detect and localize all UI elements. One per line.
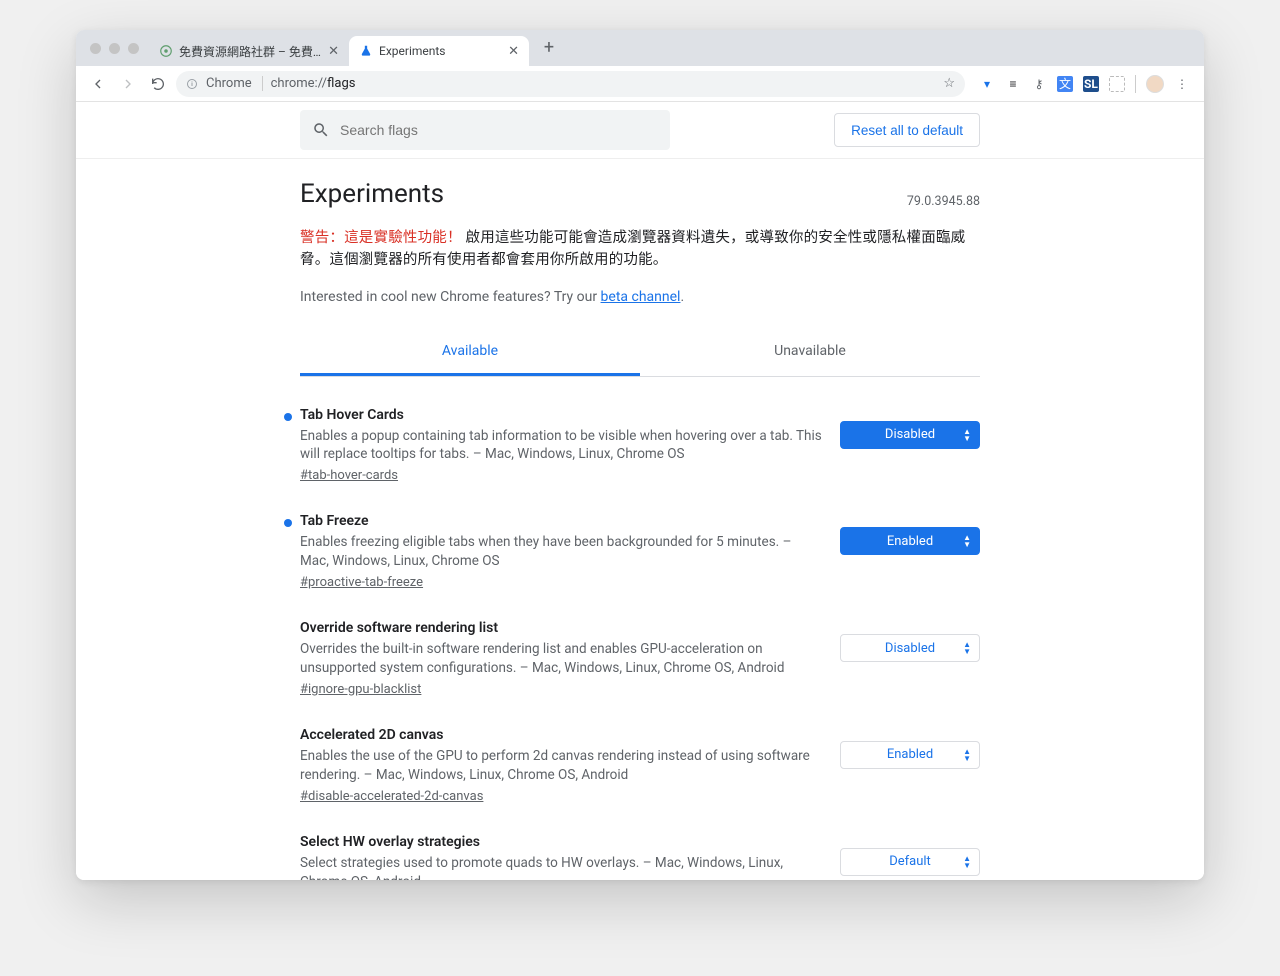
select-arrows-icon: ▲▼: [963, 641, 971, 655]
ext-icon[interactable]: ≡: [1005, 76, 1021, 92]
flag-control: Enabled ▲▼: [840, 727, 980, 769]
url-text: chrome://flags: [271, 76, 356, 91]
flag-select-value: Disabled: [885, 427, 935, 442]
beta-channel-link[interactable]: beta channel: [601, 289, 681, 305]
flag-control: Disabled ▲▼: [840, 407, 980, 449]
close-icon[interactable]: ✕: [328, 45, 339, 58]
flag-title: Tab Freeze: [300, 513, 822, 529]
warning-text: 警告：這是實驗性功能！ 啟用這些功能可能會造成瀏覽器資料遺失，或導致你的安全性或…: [300, 227, 980, 271]
search-input[interactable]: [340, 122, 658, 138]
version-text: 79.0.3945.88: [907, 194, 980, 209]
flag-description: Enables the use of the GPU to perform 2d…: [300, 747, 822, 785]
ext-icon[interactable]: 文: [1057, 76, 1073, 92]
avatar[interactable]: [1146, 75, 1164, 93]
close-icon[interactable]: ✕: [508, 45, 519, 58]
traffic-min-icon[interactable]: [109, 43, 120, 54]
ext-icon[interactable]: ▾: [979, 76, 995, 92]
flag-select[interactable]: Disabled ▲▼: [840, 421, 980, 449]
flag-row: Accelerated 2D canvas Enables the use of …: [300, 727, 980, 804]
flag-title: Override software rendering list: [300, 620, 822, 636]
flags-list: Tab Hover Cards Enables a popup containin…: [300, 407, 980, 881]
browser-tab-1[interactable]: Experiments ✕: [349, 36, 529, 66]
flag-body: Tab Freeze Enables freezing eligible tabs…: [300, 513, 822, 590]
divider: [1135, 75, 1136, 93]
ext-icon[interactable]: ⚷: [1031, 76, 1047, 92]
toolbar: Chrome chrome://flags ☆ ▾ ≡ ⚷ 文 SL ⋮: [76, 66, 1204, 102]
flag-row: Override software rendering list Override…: [300, 620, 980, 697]
modified-dot-icon: [284, 413, 292, 421]
flag-select-value: Default: [889, 854, 931, 869]
flag-row: Tab Freeze Enables freezing eligible tabs…: [300, 513, 980, 590]
flag-select[interactable]: Disabled ▲▼: [840, 634, 980, 662]
tab-title: Experiments: [379, 44, 502, 58]
address-bar[interactable]: Chrome chrome://flags ☆: [176, 71, 965, 97]
page-title: Experiments: [300, 179, 444, 209]
flag-hash-link[interactable]: #ignore-gpu-blacklist: [300, 682, 421, 697]
flag-title: Accelerated 2D canvas: [300, 727, 822, 743]
flag-body: Tab Hover Cards Enables a popup containin…: [300, 407, 822, 484]
flag-row: Tab Hover Cards Enables a popup containin…: [300, 407, 980, 484]
flag-select[interactable]: Enabled ▲▼: [840, 527, 980, 555]
forward-button[interactable]: [116, 72, 140, 96]
security-icon: [186, 78, 198, 90]
flag-control: Default ▲▼: [840, 834, 980, 876]
flag-select[interactable]: Enabled ▲▼: [840, 741, 980, 769]
search-reset-row: Reset all to default: [76, 102, 1204, 159]
tab-available[interactable]: Available: [300, 329, 640, 376]
flag-hash-link[interactable]: #disable-accelerated-2d-canvas: [300, 789, 483, 804]
flag-select-value: Disabled: [885, 641, 935, 656]
tab-unavailable[interactable]: Unavailable: [640, 329, 980, 376]
reload-button[interactable]: [146, 72, 170, 96]
browser-window: 免費資源網路社群 – 免費資源指南 ✕ Experiments ✕ + Chro…: [76, 30, 1204, 880]
flag-description: Select strategies used to promote quads …: [300, 854, 822, 880]
flag-hash-link[interactable]: #tab-hover-cards: [300, 468, 398, 483]
flag-description: Enables a popup containing tab informati…: [300, 427, 822, 465]
ext-icon[interactable]: [1109, 76, 1125, 92]
page-content: Reset all to default Experiments 79.0.39…: [76, 102, 1204, 880]
select-arrows-icon: ▲▼: [963, 428, 971, 442]
flag-body: Accelerated 2D canvas Enables the use of …: [300, 727, 822, 804]
flag-select-value: Enabled: [887, 534, 933, 549]
beta-channel-line: Interested in cool new Chrome features? …: [300, 289, 980, 305]
browser-tab-0[interactable]: 免費資源網路社群 – 免費資源指南 ✕: [149, 36, 349, 66]
traffic-close-icon[interactable]: [90, 43, 101, 54]
tab-title: 免費資源網路社群 – 免費資源指南: [179, 43, 322, 60]
search-flags-box[interactable]: [300, 110, 670, 150]
traffic-max-icon[interactable]: [128, 43, 139, 54]
select-arrows-icon: ▲▼: [963, 534, 971, 548]
flag-body: Select HW overlay strategies Select strat…: [300, 834, 822, 880]
flag-description: Overrides the built-in software renderin…: [300, 640, 822, 678]
main-column: Experiments 79.0.3945.88 警告：這是實驗性功能！ 啟用這…: [300, 159, 980, 880]
url-scheme-chip: Chrome: [206, 76, 263, 91]
flag-description: Enables freezing eligible tabs when they…: [300, 533, 822, 571]
modified-dot-icon: [284, 519, 292, 527]
favicon-icon: [159, 44, 173, 58]
flag-hash-link[interactable]: #proactive-tab-freeze: [300, 575, 423, 590]
search-icon: [312, 121, 330, 139]
select-arrows-icon: ▲▼: [963, 855, 971, 869]
flag-select[interactable]: Default ▲▼: [840, 848, 980, 876]
flag-control: Disabled ▲▼: [840, 620, 980, 662]
ext-icon[interactable]: SL: [1083, 76, 1099, 92]
flag-control: Enabled ▲▼: [840, 513, 980, 555]
flag-select-value: Enabled: [887, 747, 933, 762]
flag-title: Select HW overlay strategies: [300, 834, 822, 850]
flag-body: Override software rendering list Override…: [300, 620, 822, 697]
window-controls[interactable]: [86, 43, 149, 54]
menu-icon[interactable]: ⋮: [1174, 76, 1190, 92]
select-arrows-icon: ▲▼: [963, 748, 971, 762]
flag-title: Tab Hover Cards: [300, 407, 822, 423]
new-tab-button[interactable]: +: [537, 36, 561, 60]
extension-icons: ▾ ≡ ⚷ 文 SL ⋮: [971, 75, 1194, 93]
category-tabs: Available Unavailable: [300, 329, 980, 377]
reset-all-button[interactable]: Reset all to default: [834, 113, 980, 147]
tab-strip: 免費資源網路社群 – 免費資源指南 ✕ Experiments ✕ +: [76, 30, 1204, 66]
flag-row: Select HW overlay strategies Select strat…: [300, 834, 980, 880]
bookmark-icon[interactable]: ☆: [943, 76, 955, 91]
flask-icon: [359, 44, 373, 58]
back-button[interactable]: [86, 72, 110, 96]
